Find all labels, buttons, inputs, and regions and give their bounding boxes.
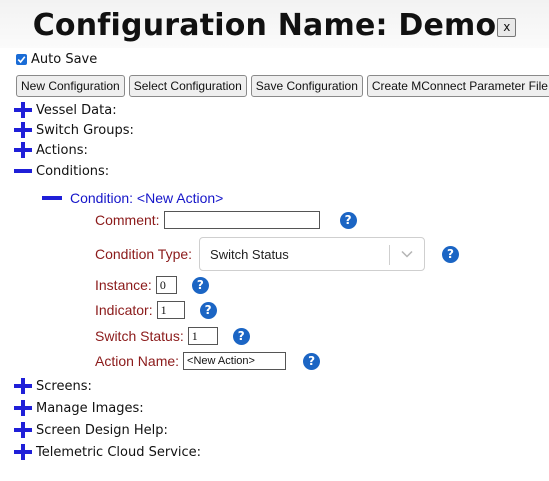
- close-button[interactable]: x: [497, 18, 517, 37]
- tree-label-switch-groups: Switch Groups:: [36, 122, 134, 138]
- comment-input[interactable]: [163, 211, 320, 229]
- comment-label: Comment:: [95, 212, 160, 228]
- tree-label-manage-images: Manage Images:: [36, 400, 144, 416]
- tree-label-screens: Screens:: [36, 378, 92, 394]
- condition-type-select[interactable]: Switch Status: [199, 237, 426, 271]
- tree-item-screen-design-help[interactable]: Screen Design Help:: [13, 422, 168, 438]
- condition-header[interactable]: Condition: <New Action>: [42, 190, 223, 206]
- switch-status-row: Switch Status: 1 ?: [95, 327, 250, 345]
- expand-plus-icon[interactable]: [13, 422, 33, 438]
- help-icon[interactable]: ?: [303, 352, 321, 370]
- instance-row: Instance: 0 ?: [95, 276, 209, 294]
- help-icon[interactable]: ?: [191, 276, 209, 294]
- instance-input[interactable]: 0: [155, 276, 177, 294]
- help-icon[interactable]: ?: [232, 327, 250, 345]
- help-icon[interactable]: ?: [339, 211, 357, 229]
- indicator-row: Indicator: 1 ?: [95, 301, 217, 319]
- instance-label: Instance:: [95, 277, 152, 293]
- action-name-row: Action Name: <New Action> ?: [95, 352, 321, 370]
- expand-plus-icon[interactable]: [13, 378, 33, 394]
- autosave-checkbox[interactable]: [16, 54, 27, 65]
- help-icon[interactable]: ?: [442, 245, 460, 263]
- autosave-toggle[interactable]: Auto Save: [16, 52, 97, 67]
- tree-item-actions[interactable]: Actions:: [13, 142, 88, 158]
- tree-item-vessel-data[interactable]: Vessel Data:: [13, 102, 117, 118]
- select-configuration-button[interactable]: Select Configuration: [128, 75, 247, 97]
- tree-label-actions: Actions:: [36, 142, 88, 158]
- collapse-minus-icon[interactable]: [13, 163, 33, 179]
- new-configuration-button[interactable]: New Configuration: [16, 75, 125, 97]
- expand-plus-icon[interactable]: [13, 102, 33, 118]
- condition-type-label: Condition Type:: [95, 246, 193, 262]
- expand-plus-icon[interactable]: [13, 400, 33, 416]
- select-separator: [389, 245, 391, 265]
- help-icon[interactable]: ?: [199, 301, 217, 319]
- action-name-input[interactable]: <New Action>: [183, 352, 287, 370]
- expand-plus-icon[interactable]: [13, 444, 33, 460]
- toolbar: New Configuration Select Configuration S…: [16, 75, 549, 97]
- tree-label-screen-design-help: Screen Design Help:: [36, 422, 168, 438]
- indicator-label: Indicator:: [95, 302, 153, 318]
- indicator-input[interactable]: 1: [156, 301, 185, 319]
- collapse-minus-icon[interactable]: [42, 190, 62, 206]
- checkmark-icon: [17, 56, 26, 64]
- switch-status-label: Switch Status:: [95, 328, 184, 344]
- expand-plus-icon[interactable]: [13, 122, 33, 138]
- save-configuration-button[interactable]: Save Configuration: [250, 75, 363, 97]
- condition-type-value: Switch Status: [210, 246, 289, 262]
- condition-type-row: Condition Type: Switch Status ?: [95, 237, 460, 271]
- tree-label-telemetric-cloud-service: Telemetric Cloud Service:: [36, 444, 202, 460]
- expand-plus-icon[interactable]: [13, 142, 33, 158]
- chevron-down-icon[interactable]: [401, 250, 413, 258]
- tree-item-manage-images[interactable]: Manage Images:: [13, 400, 144, 416]
- tree-item-telemetric-cloud-service[interactable]: Telemetric Cloud Service:: [13, 444, 201, 460]
- page-title: Configuration Name: Demo: [32, 8, 497, 43]
- tree-item-conditions[interactable]: Conditions:: [13, 163, 109, 179]
- tree-item-screens[interactable]: Screens:: [13, 378, 92, 394]
- comment-row: Comment: ?: [95, 211, 357, 229]
- tree-label-vessel-data: Vessel Data:: [36, 102, 117, 118]
- autosave-label: Auto Save: [31, 52, 98, 67]
- title-row: Configuration Name: Demo x: [0, 8, 549, 43]
- tree-label-conditions: Conditions:: [36, 163, 110, 179]
- create-mconnect-parameter-file-button[interactable]: Create MConnect Parameter File: [366, 75, 549, 97]
- action-name-label: Action Name:: [95, 353, 180, 369]
- tree-item-switch-groups[interactable]: Switch Groups:: [13, 122, 134, 138]
- condition-header-label: Condition: <New Action>: [70, 190, 224, 206]
- switch-status-input[interactable]: 1: [187, 327, 218, 345]
